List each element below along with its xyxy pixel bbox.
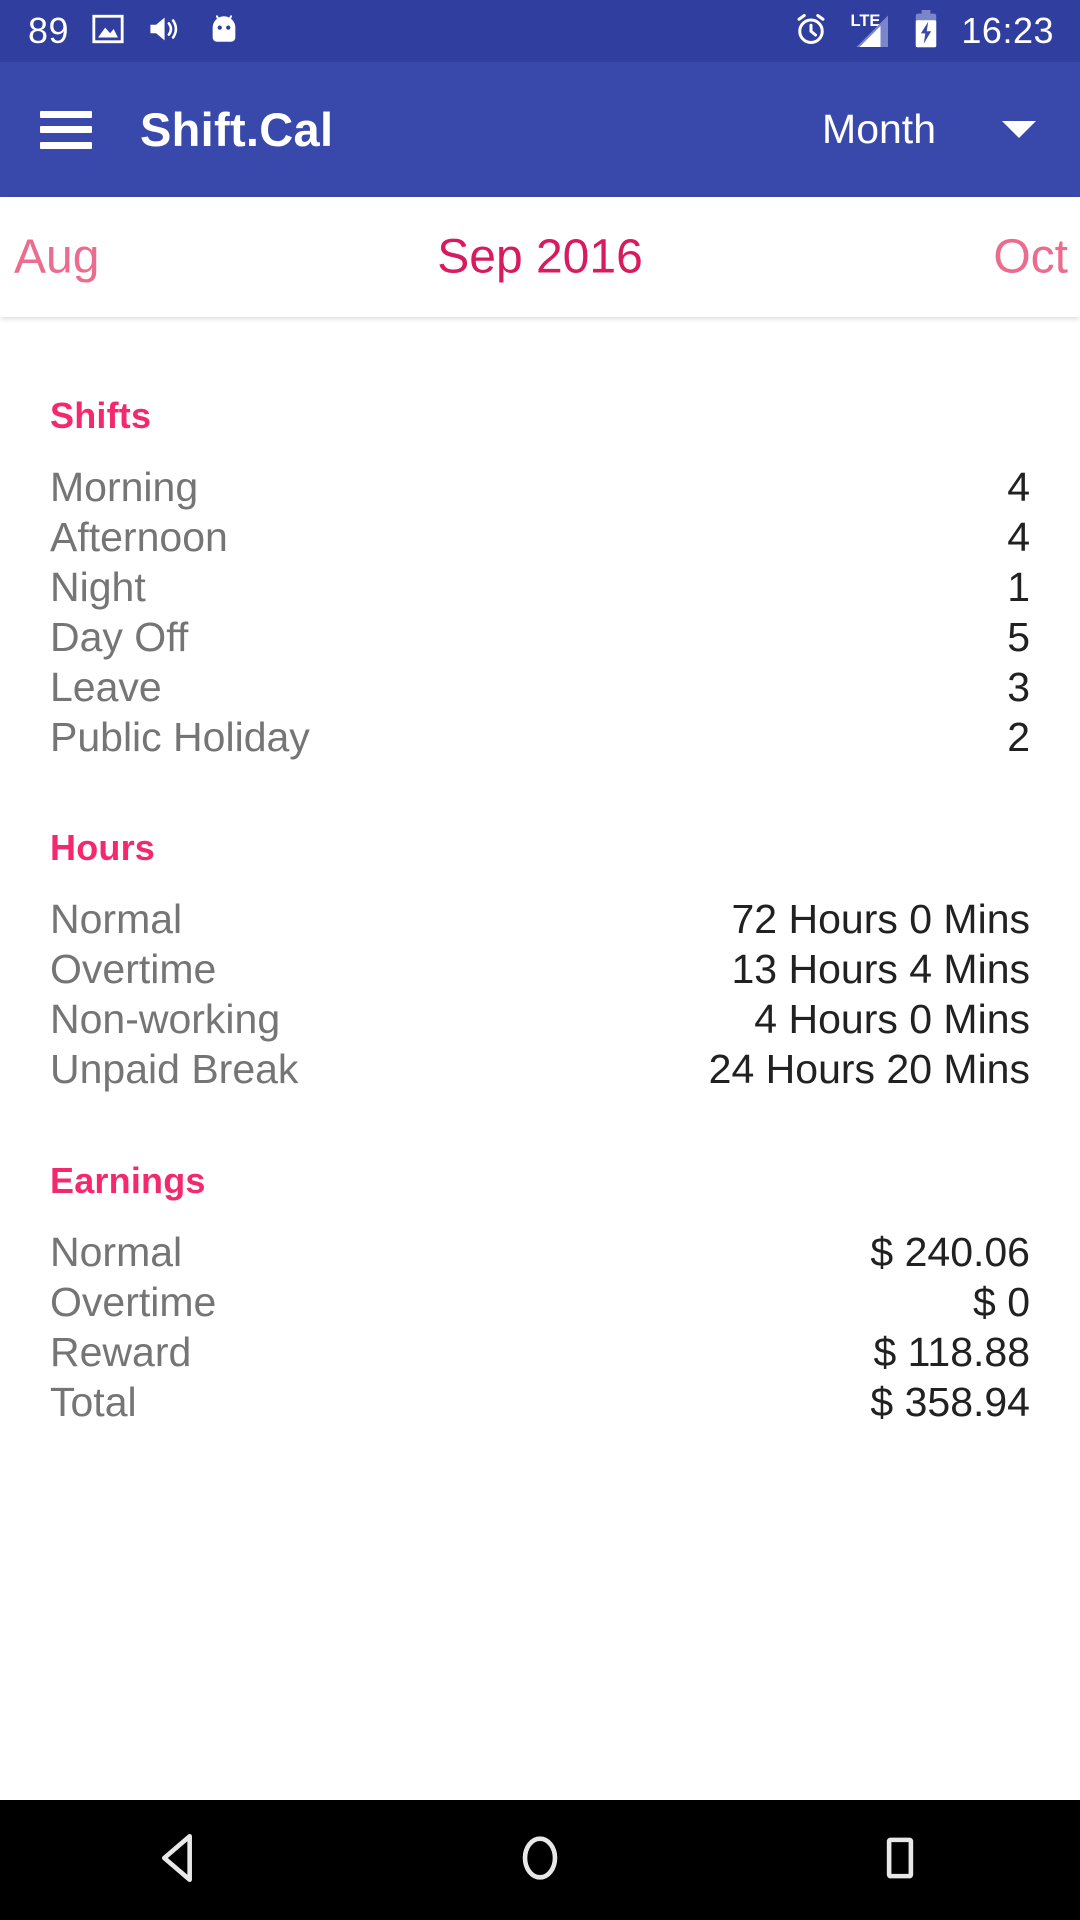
shifts-rows: Morning 4 Afternoon 4 Night 1 Day Off 5 … (50, 464, 1030, 764)
row-value: 4 (1007, 464, 1030, 510)
earnings-rows: Normal $ 240.06 Overtime $ 0 Reward $ 11… (50, 1229, 1030, 1429)
row-value: 1 (1007, 564, 1030, 610)
table-row: Reward $ 118.88 (50, 1329, 1030, 1379)
next-month-button[interactable]: Oct (993, 230, 1068, 285)
row-label: Normal (50, 896, 183, 942)
row-value: $ 0 (973, 1279, 1030, 1325)
svg-text:LTE: LTE (851, 12, 881, 30)
section-shifts: Shifts Morning 4 Afternoon 4 Night 1 Day… (50, 395, 1030, 764)
row-label: Overtime (50, 946, 217, 992)
status-bar: 89 LTE 16:23 (0, 0, 1080, 62)
table-row: Leave 3 (50, 664, 1030, 714)
section-title-hours: Hours (50, 827, 156, 868)
table-row: Total $ 358.94 (50, 1379, 1030, 1429)
table-row: Overtime $ 0 (50, 1279, 1030, 1329)
back-button[interactable] (115, 1800, 245, 1920)
table-row: Non-working 4 Hours 0 Mins (50, 996, 1030, 1046)
section-earnings: Earnings Normal $ 240.06 Overtime $ 0 Re… (50, 1160, 1030, 1429)
hamburger-line (40, 141, 92, 149)
notification-count: 89 (28, 10, 70, 51)
status-bar-right: LTE 16:23 (793, 9, 1054, 54)
row-label: Public Holiday (50, 714, 310, 760)
row-value: 2 (1007, 714, 1030, 760)
row-value: $ 118.88 (873, 1329, 1030, 1375)
previous-month-button[interactable]: Aug (14, 230, 99, 285)
hamburger-menu-icon[interactable] (40, 110, 92, 149)
table-row: Normal $ 240.06 (50, 1229, 1030, 1279)
row-label: Night (50, 564, 146, 610)
chevron-down-icon (1002, 121, 1036, 138)
table-row: Day Off 5 (50, 614, 1030, 664)
recents-square-icon (871, 1829, 929, 1892)
alarm-icon (793, 11, 829, 52)
row-value: 72 Hours 0 Mins (731, 896, 1030, 942)
android-icon (207, 12, 241, 51)
row-label: Total (50, 1379, 137, 1425)
app-title: Shift.Cal (140, 103, 334, 156)
recents-button[interactable] (835, 1800, 965, 1920)
section-title-earnings: Earnings (50, 1160, 206, 1201)
row-value: 13 Hours 4 Mins (731, 946, 1030, 992)
hamburger-line (40, 110, 92, 118)
table-row: Unpaid Break 24 Hours 20 Mins (50, 1046, 1030, 1096)
status-bar-left: 89 (28, 12, 241, 51)
row-value: 24 Hours 20 Mins (708, 1046, 1030, 1092)
section-hours: Hours Normal 72 Hours 0 Mins Overtime 13… (50, 827, 1030, 1096)
table-row: Night 1 (50, 564, 1030, 614)
status-clock: 16:23 (961, 10, 1054, 51)
table-row: Overtime 13 Hours 4 Mins (50, 946, 1030, 996)
table-row: Morning 4 (50, 464, 1030, 514)
row-value: 4 (1007, 514, 1030, 560)
hamburger-line (40, 126, 92, 133)
home-button[interactable] (475, 1800, 605, 1920)
row-value: $ 358.94 (870, 1379, 1030, 1425)
row-label: Normal (50, 1229, 183, 1275)
month-navigation: Aug Sep 2016 Oct (0, 197, 1080, 317)
table-row: Afternoon 4 (50, 514, 1030, 564)
view-mode-label: Month (822, 106, 936, 152)
home-circle-icon (511, 1829, 569, 1892)
image-icon (91, 12, 125, 51)
row-value: $ 240.06 (870, 1229, 1030, 1275)
row-label: Leave (50, 664, 162, 710)
row-label: Non-working (50, 996, 281, 1042)
table-row: Normal 72 Hours 0 Mins (50, 896, 1030, 946)
row-label: Morning (50, 464, 199, 510)
row-value: 5 (1007, 614, 1030, 660)
row-value: 3 (1007, 664, 1030, 710)
row-label: Overtime (50, 1279, 217, 1325)
system-navigation-bar (0, 1800, 1080, 1920)
table-row: Public Holiday 2 (50, 714, 1030, 764)
back-triangle-icon (151, 1829, 209, 1892)
summary-content: Shifts Morning 4 Afternoon 4 Night 1 Day… (0, 317, 1080, 1920)
view-mode-spinner[interactable]: Month (822, 106, 1046, 153)
row-label: Unpaid Break (50, 1046, 299, 1092)
battery-charging-icon (911, 9, 941, 53)
current-month-label[interactable]: Sep 2016 (437, 230, 643, 285)
section-title-shifts: Shifts (50, 395, 152, 436)
volume-icon (147, 12, 185, 51)
row-label: Afternoon (50, 514, 228, 560)
app-bar: Shift.Cal Month (0, 62, 1080, 197)
row-label: Reward (50, 1329, 192, 1375)
network-signal-icon: LTE (843, 9, 897, 54)
row-label: Day Off (50, 614, 189, 660)
row-value: 4 Hours 0 Mins (754, 996, 1030, 1042)
hours-rows: Normal 72 Hours 0 Mins Overtime 13 Hours… (50, 896, 1030, 1096)
